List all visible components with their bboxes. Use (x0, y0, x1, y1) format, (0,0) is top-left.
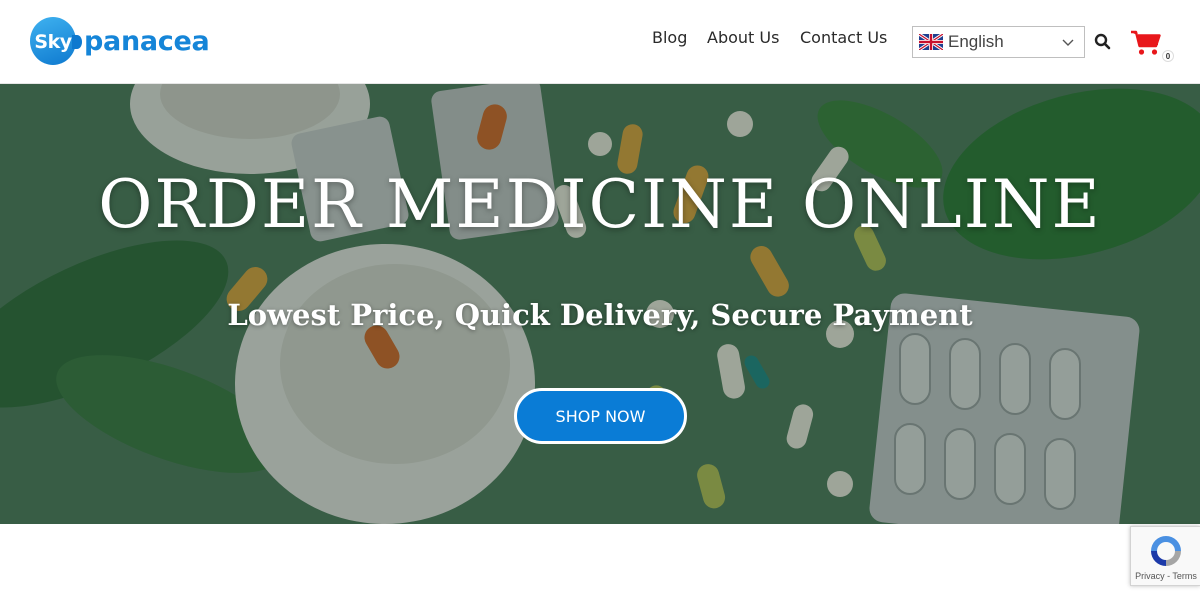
chevron-down-icon (1062, 39, 1074, 46)
hero-subtitle: Lowest Price, Quick Delivery, Secure Pay… (227, 298, 973, 332)
site-logo[interactable]: Sky panacea (30, 17, 210, 65)
language-label: English (948, 32, 1004, 51)
recaptcha-icon (1151, 536, 1181, 566)
language-select[interactable]: English (912, 26, 1085, 58)
uk-flag-icon (919, 34, 943, 50)
nav-link-contact-us[interactable]: Contact Us (800, 28, 887, 47)
logo-text: panacea (84, 25, 210, 57)
site-header: Sky panacea Blog About Us Contact Us Eng… (0, 0, 1200, 84)
cart-icon[interactable] (1130, 29, 1161, 56)
hero-banner: ORDER MEDICINE ONLINE Lowest Price, Quic… (0, 84, 1200, 524)
logo-badge: Sky (30, 17, 82, 65)
hero-title: ORDER MEDICINE ONLINE (98, 166, 1102, 243)
recaptcha-badge[interactable]: Privacy - Terms (1130, 526, 1200, 586)
recaptcha-links[interactable]: Privacy - Terms (1131, 571, 1200, 581)
nav-link-blog[interactable]: Blog (652, 28, 687, 47)
cart-count-badge: 0 (1162, 50, 1174, 62)
shop-now-button[interactable]: SHOP NOW (514, 388, 687, 444)
search-icon[interactable] (1094, 33, 1111, 50)
nav-link-about-us[interactable]: About Us (707, 28, 779, 47)
